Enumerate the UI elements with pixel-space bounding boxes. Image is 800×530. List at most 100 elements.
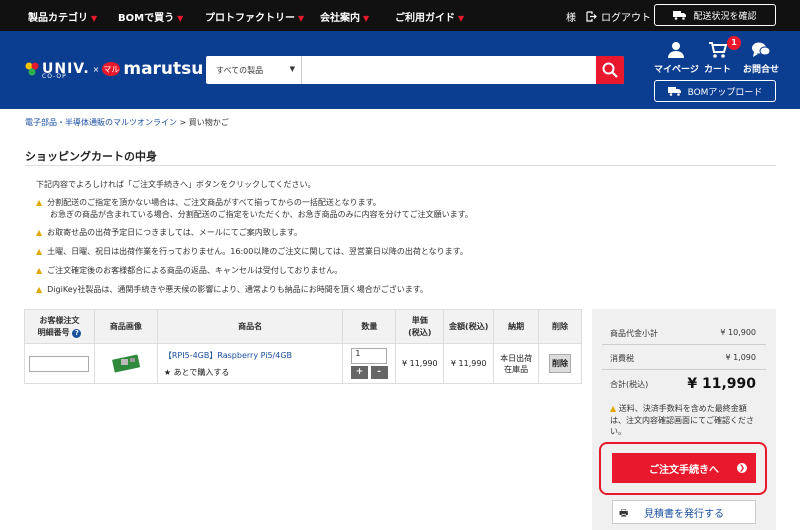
title-divider [25, 165, 776, 166]
qty-minus-button[interactable]: - [370, 366, 388, 379]
stock-status: 在庫品 [504, 364, 529, 374]
top-nav-bar: 製品カテゴリ ▼ BOMで買う ▼ プロトファクトリー ▼ 会社案内 ▼ ご利用ガイド ▼… [0, 0, 800, 31]
breadcrumb-separator: > [177, 118, 189, 127]
note-text: ご注文確定後のお客様都合による商品の返品、キャンセルは受付しておりません。 [47, 266, 343, 275]
buy-later-link[interactable]: ★ あとで購入する [164, 367, 343, 378]
product-name-link[interactable]: 【RPI5-4GB】Raspberry Pi5/4GB [164, 350, 343, 361]
tax-row: 消費税 ¥ 1,090 [610, 353, 756, 364]
delivery-cell: 本日出荷 在庫品 [493, 343, 540, 384]
chevron-down-icon: ▼ [177, 14, 184, 23]
issue-quote-button[interactable]: 🖶 見積書を発行する [612, 500, 756, 524]
search-category-value: すべての製品 [216, 66, 264, 75]
table-row: 【RPI5-4GB】Raspberry Pi5/4GB ★ あとで購入する 1 … [24, 343, 582, 384]
warning-icon: ▲ [36, 266, 43, 275]
cart-table: お客様注文 明細番号 ? 商品画像 商品名 数量 単価 (税込) 金額(税込) 納期… [24, 309, 582, 384]
tax-value: ¥ 1,090 [725, 353, 756, 362]
delete-button[interactable]: 削除 [549, 354, 572, 373]
search-input[interactable] [306, 60, 592, 80]
page-title: ショッピングカートの中身 [25, 150, 157, 163]
breadcrumb-home[interactable]: 電子部品・半導体通販のマルツオンライン [25, 118, 177, 127]
note-backorder: ▲ お取寄せ品の出荷予定日につきましては、メールにてご案内致します。 [36, 229, 302, 237]
col-image: 商品画像 [93, 309, 158, 344]
logo-x: × [92, 64, 100, 74]
warning-text: 送料、決済手数料を含めた最終金額は、注文内容確認画面にてご確認ください。 [610, 404, 754, 437]
amount-cell: ¥ 11,990 [443, 343, 495, 384]
warning-icon: ▲ [36, 285, 43, 294]
note-text: 分割配送のご指定を頂かない場合は、ご注文商品がすべて揃ってからの一括配送となりま… [47, 198, 381, 207]
logout-icon [586, 11, 597, 22]
product-image[interactable] [111, 353, 141, 373]
user-icon [668, 42, 685, 58]
site-logo[interactable]: UNIV. CO-OP × マル marutsu [24, 59, 204, 80]
breadcrumb-current: 買い物かご [188, 118, 229, 127]
note-text: DigiKey社製品は、通関手続きや悪天候の影響により、通常よりも納品にお時間を… [47, 285, 428, 294]
univcoop-logo-icon [25, 62, 39, 76]
nav-item-guide[interactable]: ご利用ガイド ▼ [395, 9, 464, 24]
warning-icon: ▲ [36, 198, 43, 207]
warning-icon: ▲ [610, 404, 617, 413]
bom-upload-label: BOMアップロード [687, 87, 763, 98]
nav-item-label: BOMで買う [118, 13, 175, 24]
delete-cell: 削除 [538, 343, 582, 384]
subtotal-label: 商品代金小計 [610, 329, 658, 338]
shipping-status-label: 配送状況を確認 [693, 11, 757, 22]
bom-upload-button[interactable]: BOMアップロード [654, 80, 776, 102]
col-delivery: 納期 [493, 309, 540, 344]
caret-down-icon: ▼ [289, 65, 295, 73]
logout-link[interactable]: ログアウト [586, 9, 651, 24]
divider [602, 344, 766, 345]
header-label: 単価 [411, 316, 428, 326]
nav-item-proto-factory[interactable]: プロトファクトリー ▼ [205, 9, 304, 24]
checkout-label: ご注文手続きへ [649, 464, 719, 476]
chevron-down-icon: ▼ [458, 14, 465, 23]
unit-price-cell: ¥ 11,990 [395, 343, 445, 384]
warning-icon: ▲ [36, 228, 43, 237]
total-row: 合計(税込) ¥ 11,990 [610, 376, 756, 392]
contact-label: お問合せ [743, 65, 780, 75]
nav-item-label: 会社案内 [320, 13, 360, 24]
cart-label: カート [704, 65, 732, 75]
note-weekend: ▲ 土曜、日曜、祝日は出荷作業を行っておりません。16:00以降のご注文に関しては… [36, 248, 468, 256]
delivery-status: 本日出荷 [500, 353, 533, 363]
col-name: 商品名 [156, 309, 344, 344]
search-button[interactable] [596, 56, 624, 84]
help-icon[interactable]: ? [72, 328, 82, 338]
chevron-down-icon: ▼ [363, 14, 370, 23]
note-no-returns: ▲ ご注文確定後のお客様都合による商品の返品、キャンセルは受付しておりません。 [36, 267, 342, 275]
buy-later-label: あとで購入する [173, 367, 230, 377]
header-label: お客様注文 [39, 316, 80, 326]
qty-plus-button[interactable]: + [351, 366, 369, 379]
mypage-label: マイページ [654, 65, 699, 75]
total-value: ¥ 11,990 [687, 376, 756, 392]
cart-count-badge: 1 [727, 36, 741, 50]
divider [602, 369, 766, 370]
note-split-shipping-2: お急ぎの商品が含まれている場合、分割配送のご指定をいただくか、お急ぎ商品のみに内… [50, 210, 473, 219]
nav-item-bom[interactable]: BOMで買う ▼ [118, 9, 183, 24]
issue-quote-label: 見積書を発行する [644, 508, 724, 520]
shipping-status-button[interactable]: 配送状況を確認 [654, 4, 776, 26]
nav-item-company[interactable]: 会社案内 ▼ [320, 9, 369, 24]
logout-label: ログアウト [601, 13, 651, 24]
chevron-down-icon: ▼ [91, 14, 98, 23]
col-amount: 金額(税込) [443, 309, 495, 344]
truck-icon [673, 11, 687, 20]
qty-input[interactable]: 1 [351, 348, 388, 364]
note-text: 土曜、日曜、祝日は出荷作業を行っておりません。16:00以降のご注文に関しては、… [47, 247, 468, 256]
mypage-link[interactable]: マイページ [654, 41, 699, 75]
tax-label: 消費税 [610, 354, 634, 363]
note-split-shipping: ▲ 分割配送のご指定を頂かない場合は、ご注文商品がすべて揃ってからの一括配送となり… [36, 199, 381, 207]
checkout-button[interactable]: ご注文手続きへ ❯ [612, 453, 756, 483]
custom-no-input[interactable] [29, 355, 90, 372]
logo-marutsu: marutsu [123, 59, 204, 79]
product-image-cell [93, 343, 158, 384]
total-label: 合計(税込) [610, 379, 649, 389]
chat-bubble-icon [752, 42, 771, 57]
chevron-right-icon: ❯ [737, 463, 747, 473]
header-label: (税込) [408, 327, 432, 337]
breadcrumb: 電子部品・半導体通販のマルツオンライン > 買い物かご [25, 117, 229, 128]
nav-item-products[interactable]: 製品カテゴリ ▼ [28, 9, 97, 24]
search-category-select[interactable]: すべての製品 ▼ [206, 56, 302, 84]
col-delete: 削除 [538, 309, 582, 344]
contact-link[interactable]: お問合せ [743, 41, 779, 75]
qty-cell: 1 + - [342, 343, 397, 384]
